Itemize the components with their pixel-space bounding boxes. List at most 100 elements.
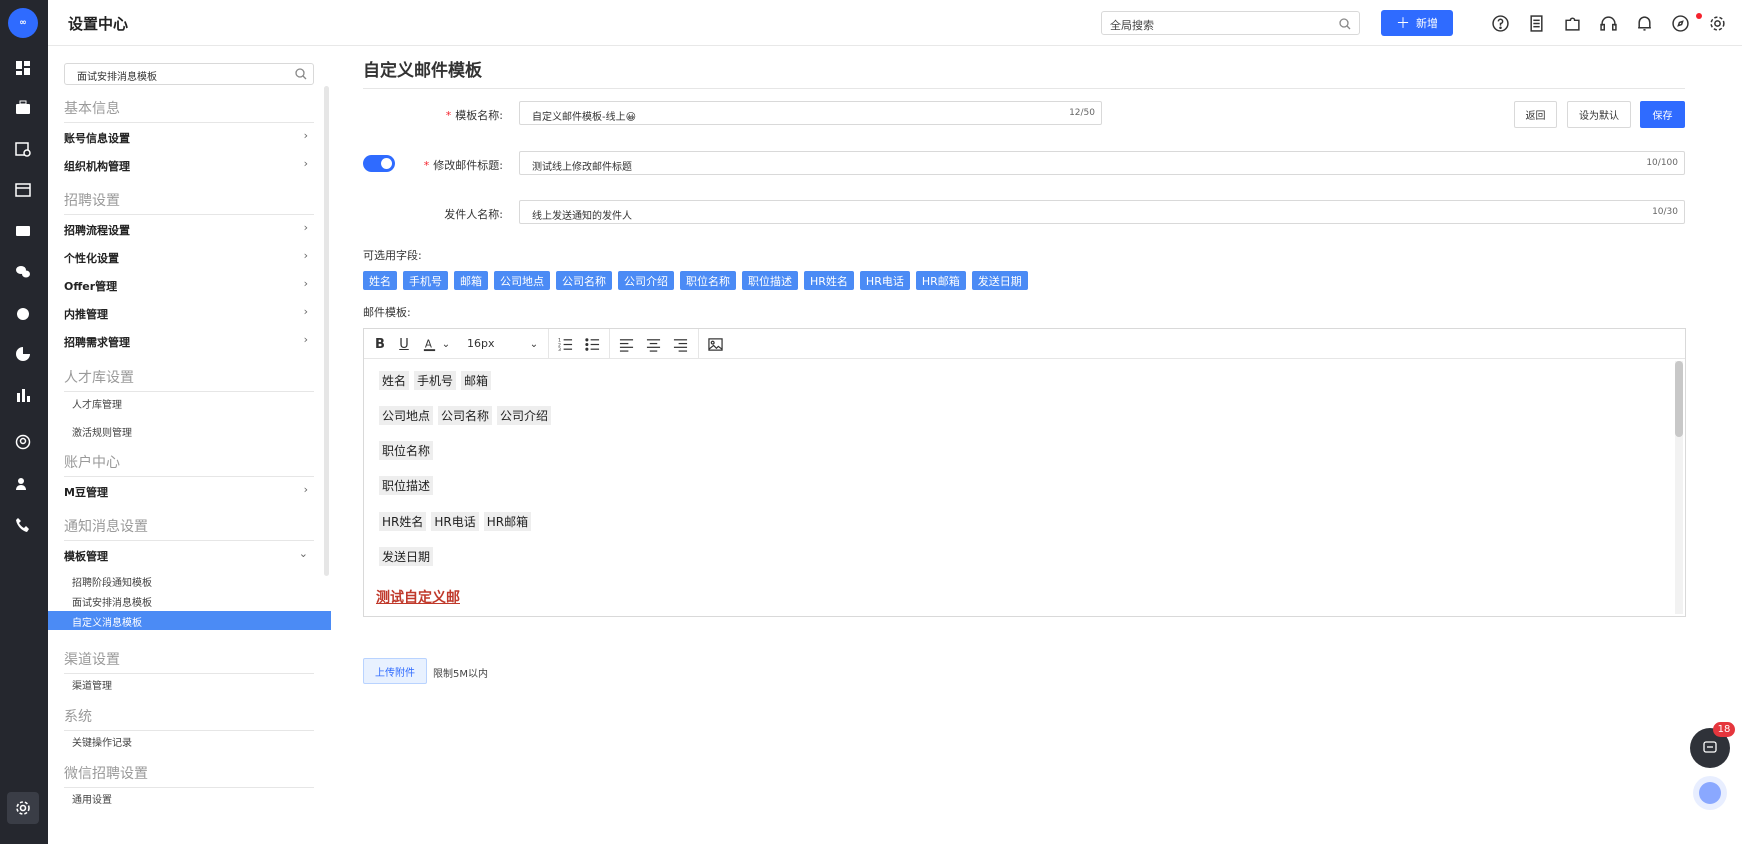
template-name-label-text: 模板名称:	[455, 109, 503, 122]
font-size-select[interactable]: 16px	[467, 337, 495, 350]
document-icon[interactable]	[1526, 13, 1546, 33]
field-tag[interactable]: 职位名称	[680, 271, 736, 290]
sidebar-item-template[interactable]: 模板管理 ⌄	[64, 547, 314, 564]
editor-content[interactable]: 姓名 手机号 邮箱 公司地点 公司名称 公司介绍 职位名称 职位描述 HR姓名 …	[376, 359, 1666, 616]
field-tag[interactable]: 公司介绍	[618, 271, 674, 290]
bold-icon[interactable]: B	[372, 336, 388, 352]
sidebar-sub-stage-notice[interactable]: 招聘阶段通知模板	[72, 574, 152, 589]
pie-chart-icon[interactable]	[14, 345, 32, 363]
sidebar-item-org[interactable]: 组织机构管理 ›	[64, 157, 314, 174]
align-right-icon[interactable]	[672, 336, 688, 352]
chevron-down-icon: ⌄	[298, 547, 308, 560]
sidebar-sub-activate[interactable]: 激活规则管理	[72, 424, 132, 439]
field-tag[interactable]: 公司名称	[556, 271, 612, 290]
sidebar-item-demand[interactable]: 招聘需求管理 ›	[64, 333, 314, 350]
briefcase-icon[interactable]	[14, 99, 32, 117]
bell-icon[interactable]	[1634, 13, 1654, 33]
sidebar-item-label: 内推管理	[64, 308, 108, 321]
subject-label-text: 修改邮件标题:	[433, 159, 503, 172]
wechat-icon[interactable]	[14, 263, 32, 281]
sidebar-item-offer[interactable]: Offer管理 ›	[64, 277, 314, 294]
upload-limit-text: 限制5M以内	[433, 669, 488, 680]
save-button[interactable]: 保存	[1640, 101, 1685, 128]
chevron-right-icon: ›	[303, 277, 308, 290]
font-size-dropdown-icon[interactable]: ⌄	[526, 336, 542, 352]
field-chip: 手机号	[414, 371, 457, 390]
chevron-right-icon: ›	[303, 249, 308, 262]
field-tag[interactable]: HR姓名	[804, 271, 854, 290]
phone-icon[interactable]	[14, 516, 32, 534]
medal-icon[interactable]	[14, 304, 32, 322]
align-center-icon[interactable]	[645, 336, 661, 352]
compass-icon[interactable]	[1670, 13, 1690, 33]
sidebar-item-personal[interactable]: 个性化设置 ›	[64, 249, 314, 266]
settings-nav-button[interactable]	[7, 792, 39, 824]
settings-gear-icon[interactable]	[1707, 13, 1727, 33]
field-tag[interactable]: 姓名	[363, 271, 397, 290]
assistant-robot-button[interactable]	[1693, 776, 1727, 810]
page-title: 自定义邮件模板	[363, 61, 482, 81]
global-search-input[interactable]: 全局搜索	[1101, 11, 1360, 35]
sidebar-item-account-info[interactable]: 账号信息设置 ›	[64, 129, 314, 146]
field-tag[interactable]: 职位描述	[742, 271, 798, 290]
sender-input[interactable]: 线上发送通知的发件人 10/30	[519, 200, 1685, 224]
editor-scroll-thumb[interactable]	[1675, 361, 1683, 437]
sidebar-item-label: 账号信息设置	[64, 132, 130, 145]
sidebar-sub-channel-manage[interactable]: 渠道管理	[72, 677, 112, 692]
image-icon[interactable]	[707, 336, 723, 352]
section-account: 账户中心	[64, 452, 314, 477]
help-icon[interactable]	[1490, 13, 1510, 33]
section-basic-info: 基本信息	[64, 98, 314, 123]
users-icon[interactable]	[14, 475, 32, 493]
calendar-check-icon[interactable]	[14, 140, 32, 158]
field-tag[interactable]: 公司地点	[494, 271, 550, 290]
id-card-icon[interactable]	[14, 222, 32, 240]
field-tag[interactable]: HR邮箱	[915, 271, 966, 290]
calendar-icon[interactable]	[14, 181, 32, 199]
sidebar-sub-interview-msg[interactable]: 面试安排消息模板	[72, 594, 152, 609]
sidebar-scrollbar[interactable]	[324, 86, 329, 576]
section-recruit: 招聘设置	[64, 190, 314, 215]
sidebar-sub-talent-manage[interactable]: 人才库管理	[72, 396, 122, 411]
sidebar-sub-key-log[interactable]: 关键操作记录	[72, 734, 132, 749]
field-tag[interactable]: HR电话	[859, 271, 910, 290]
color-dropdown-icon[interactable]: ⌄	[438, 336, 454, 352]
field-chip: 职位描述	[379, 476, 434, 495]
underline-icon[interactable]: U	[396, 336, 412, 352]
editor-link-text[interactable]: 测试自定义邮	[376, 587, 460, 607]
editor-scrollbar[interactable]	[1675, 361, 1683, 614]
app-logo[interactable]: ∞	[8, 8, 38, 38]
sidebar-item-mbean[interactable]: M豆管理 ›	[64, 483, 314, 500]
editor-line: 姓名 手机号 邮箱	[379, 371, 492, 390]
align-left-icon[interactable]	[618, 336, 634, 352]
sidebar-item-label: Offer管理	[64, 280, 118, 293]
font-color-icon[interactable]: A	[421, 336, 437, 352]
chevron-right-icon: ›	[303, 221, 308, 234]
template-name-input[interactable]: 自定义邮件模板-线上😀 12/50	[519, 101, 1102, 125]
upload-attachment-button[interactable]: 上传附件	[363, 658, 427, 684]
field-tag[interactable]: 邮箱	[454, 271, 488, 290]
sidebar-search-input[interactable]: 面试安排消息模板	[64, 63, 314, 85]
set-default-button[interactable]: 设为默认	[1567, 101, 1631, 128]
sidebar-sub-general[interactable]: 通用设置	[72, 791, 112, 806]
headset-icon[interactable]	[1598, 13, 1618, 33]
settings-sidebar: 面试安排消息模板 基本信息 账号信息设置 › 组织机构管理 › 招聘设置 招聘流程设…	[48, 46, 331, 844]
add-new-button[interactable]: ＋ 新增	[1381, 10, 1453, 36]
back-button[interactable]: 返回	[1514, 101, 1557, 128]
field-tag[interactable]: 手机号	[403, 271, 448, 290]
dashboard-icon[interactable]	[14, 59, 32, 77]
bar-chart-icon[interactable]	[14, 386, 32, 404]
app-rail: ∞	[0, 0, 48, 844]
sidebar-sub-custom-msg-active[interactable]: 自定义消息模板	[48, 611, 331, 630]
puzzle-icon[interactable]	[1562, 13, 1582, 33]
subject-input[interactable]: 测试线上修改邮件标题 10/100	[519, 151, 1685, 175]
sidebar-item-referral[interactable]: 内推管理 ›	[64, 305, 314, 322]
user-circle-icon[interactable]	[14, 433, 32, 451]
ordered-list-icon[interactable]: 123	[557, 336, 573, 352]
field-chip: 公司介绍	[497, 406, 552, 425]
template-name-value: 自定义邮件模板-线上😀	[532, 112, 637, 123]
sidebar-item-process[interactable]: 招聘流程设置 ›	[64, 221, 314, 238]
bullet-list-icon[interactable]	[584, 336, 600, 352]
sender-label: 发件人名称:	[444, 208, 503, 221]
field-tag[interactable]: 发送日期	[971, 271, 1028, 290]
